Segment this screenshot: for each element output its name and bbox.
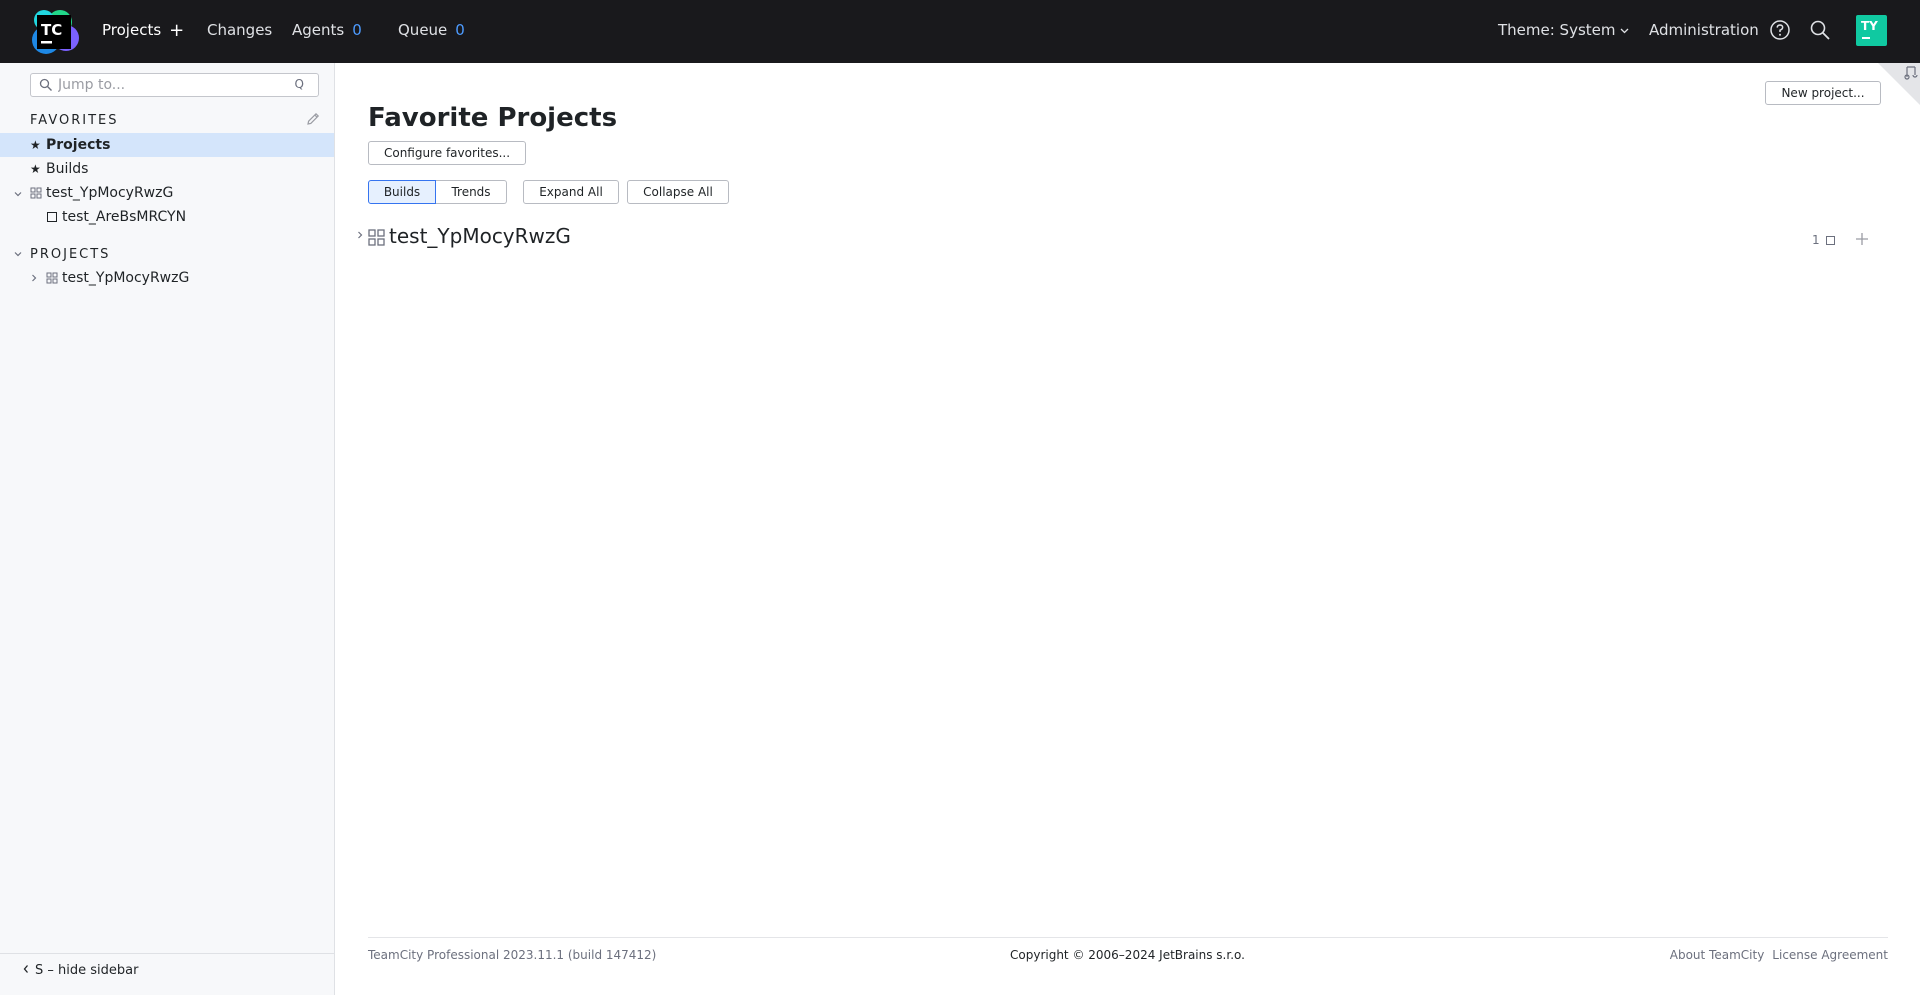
chevron-left-icon <box>23 965 28 973</box>
search-shortcut-hint: Q <box>294 77 304 91</box>
hide-sidebar-label: S – hide sidebar <box>35 963 139 978</box>
edit-favorites-icon[interactable] <box>305 111 321 127</box>
add-project-icon[interactable]: + <box>169 22 184 40</box>
chevron-down-icon[interactable] <box>13 249 23 259</box>
favorites-section-title: FAVORITES <box>30 113 119 128</box>
chevron-down-icon <box>1620 28 1629 34</box>
page-title: Favorite Projects <box>368 103 618 133</box>
hide-sidebar-button[interactable]: S – hide sidebar <box>22 963 138 978</box>
build-config-count-value: 1 <box>1812 233 1820 247</box>
main-content: Favorite Projects New project... Configu… <box>335 63 1920 995</box>
project-icon <box>46 272 58 284</box>
nav-queue-label: Queue <box>398 21 448 39</box>
sidebar: Q FAVORITES ★ Projects ★ Builds test_YpM… <box>0 63 335 995</box>
theme-label: Theme: System <box>1498 21 1616 39</box>
nav-queue[interactable]: Queue 0 <box>398 21 465 39</box>
teamcity-logo[interactable]: TC <box>30 8 80 56</box>
nav-changes[interactable]: Changes <box>207 21 272 39</box>
star-icon: ★ <box>30 138 41 152</box>
new-project-button[interactable]: New project... <box>1765 81 1881 105</box>
project-row-title[interactable]: test_YpMocyRwzG <box>389 224 571 248</box>
license-agreement-link[interactable]: License Agreement <box>1772 948 1888 962</box>
search-icon[interactable] <box>1809 19 1831 41</box>
sidebar-item-favorite-builds[interactable]: ★ Builds <box>0 157 334 181</box>
jump-to-input[interactable] <box>58 76 288 94</box>
star-icon: ★ <box>30 162 41 176</box>
avatar-initials: TY <box>1861 19 1878 33</box>
sidebar-item-build-config[interactable]: test_AreBsMRCYN <box>0 205 334 229</box>
build-config-count: 1 <box>1812 233 1836 247</box>
footer-links: About TeamCity License Agreement <box>1662 948 1888 962</box>
sidebar-item-favorite-projects[interactable]: ★ Projects <box>0 133 334 157</box>
expand-all-button[interactable]: Expand All <box>523 180 619 204</box>
sidebar-item-label: test_YpMocyRwzG <box>62 270 190 286</box>
nav-agents-label: Agents <box>292 21 345 39</box>
logo-text: TC <box>41 21 62 39</box>
chevron-right-icon[interactable] <box>355 230 365 240</box>
sidebar-item-favorite-project[interactable]: test_YpMocyRwzG <box>0 181 334 205</box>
tab-builds[interactable]: Builds <box>368 180 436 204</box>
collapse-all-button[interactable]: Collapse All <box>627 180 729 204</box>
sidebar-item-label: Builds <box>46 161 89 177</box>
nav-agents[interactable]: Agents 0 <box>292 21 362 39</box>
chevron-down-icon[interactable] <box>13 189 23 199</box>
top-navbar: TC Projects + Changes Agents 0 Queue 0 Them… <box>0 0 1920 63</box>
build-configuration-icon <box>1826 236 1836 245</box>
add-icon[interactable] <box>1855 232 1869 246</box>
configure-favorites-button[interactable]: Configure favorites... <box>368 141 526 165</box>
nav-projects[interactable]: Projects + <box>102 21 184 40</box>
search-icon <box>39 78 52 91</box>
experimental-ui-toggle-icon[interactable] <box>1878 63 1920 105</box>
agents-count: 0 <box>352 21 362 39</box>
sidebar-item-label: test_YpMocyRwzG <box>46 185 174 201</box>
footer-copyright: Copyright © 2006–2024 JetBrains s.r.o. <box>1010 948 1245 962</box>
sidebar-divider <box>0 953 334 954</box>
footer-version: TeamCity Professional 2023.11.1 (build 1… <box>368 948 657 962</box>
project-icon <box>368 229 385 246</box>
tab-trends[interactable]: Trends <box>436 180 507 204</box>
footer-divider <box>368 937 1888 938</box>
theme-selector[interactable]: Theme: System <box>1498 21 1629 39</box>
sidebar-item-label: Projects <box>46 137 111 153</box>
nav-projects-label: Projects <box>102 21 162 39</box>
projects-section-title: PROJECTS <box>30 247 111 262</box>
help-icon[interactable] <box>1769 19 1791 41</box>
project-icon <box>30 187 42 199</box>
sidebar-item-project[interactable]: test_YpMocyRwzG <box>0 266 334 290</box>
nav-administration[interactable]: Administration <box>1649 21 1759 39</box>
build-configuration-icon <box>47 212 57 222</box>
jump-to-search[interactable]: Q <box>30 73 319 97</box>
about-teamcity-link[interactable]: About TeamCity <box>1670 948 1765 962</box>
chevron-right-icon[interactable] <box>29 273 39 283</box>
queue-count: 0 <box>455 21 465 39</box>
user-avatar[interactable]: TY <box>1856 15 1887 46</box>
sidebar-item-label: test_AreBsMRCYN <box>62 209 187 225</box>
